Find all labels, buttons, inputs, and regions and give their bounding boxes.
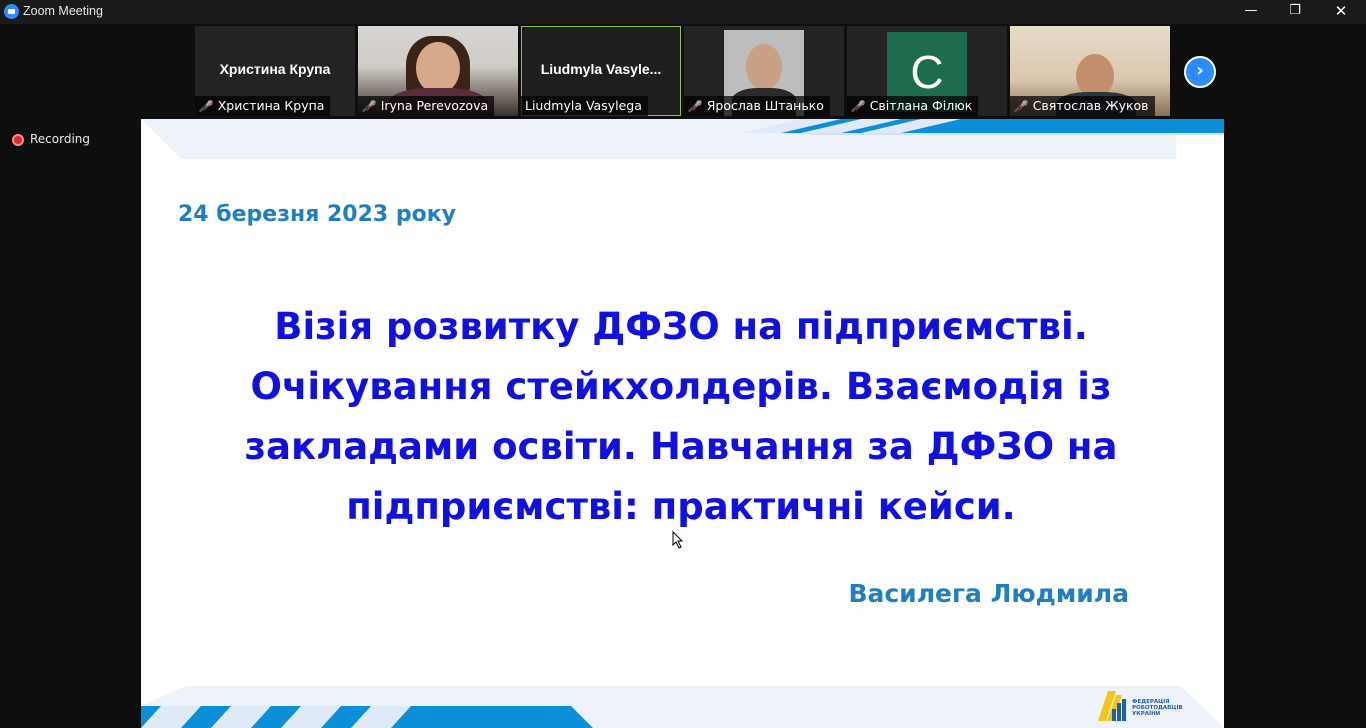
slide-title-line: Очікування стейкхолдерів. Взаємодія із — [250, 365, 1112, 408]
window-title: Zoom Meeting — [23, 4, 103, 18]
minimize-button[interactable]: — — [1228, 0, 1274, 24]
recording-label: Recording — [30, 132, 91, 146]
mic-muted-icon: 🎤̸ — [849, 100, 866, 113]
slide-date: 24 березня 2023 року — [178, 202, 457, 227]
slide-title: Візія розвитку ДФЗО на підприємстві. Очі… — [201, 297, 1161, 537]
participant-name: Iryna Perevozova — [380, 98, 489, 113]
slide-bottom-decoration — [141, 686, 1224, 728]
employers-federation-logo: ФЕДЕРАЦІЯ РОБОТОДАВЦІВ УКРАЇНИ — [1096, 689, 1186, 725]
participant-tile[interactable]: C 🎤̸ Світлана Філюк — [847, 26, 1007, 116]
next-page-chevron-icon[interactable]: › — [1184, 56, 1216, 88]
shared-screen-slide: 24 березня 2023 року Візія розвитку ДФЗО… — [141, 119, 1224, 728]
participant-name: Святослав Жуков — [1032, 98, 1149, 113]
participant-name: Liudmyla Vasylega — [525, 98, 642, 113]
record-icon — [12, 133, 24, 146]
participant-name: Ярослав Штанько — [706, 98, 824, 113]
recording-indicator[interactable]: Recording — [12, 132, 90, 146]
logo-text: ФЕДЕРАЦІЯ РОБОТОДАВЦІВ УКРАЇНИ — [1132, 699, 1183, 717]
participant-name-label: 🎤̸ Ярослав Штанько — [684, 96, 830, 116]
slide-title-line: Візія розвитку ДФЗО на підприємстві. — [274, 305, 1088, 348]
slide-top-decoration — [141, 119, 1224, 159]
participant-tile[interactable]: 🎤̸ Iryna Perevozova — [358, 26, 518, 116]
participant-display-name: Liudmyla Vasyle... — [540, 61, 662, 77]
participant-name-label: 🎤̸ Iryna Perevozova — [358, 96, 495, 116]
participant-name: Христина Крупа — [217, 98, 325, 113]
mic-muted-icon: 🎤̸ — [360, 100, 377, 113]
participant-tile[interactable]: 🎤̸ Ярослав Штанько — [684, 26, 844, 116]
mic-muted-icon: 🎤̸ — [686, 100, 703, 113]
close-button[interactable]: ✕ — [1318, 0, 1364, 24]
participant-name-label: Liudmyla Vasylega — [521, 96, 648, 116]
mic-muted-icon: 🎤̸ — [197, 100, 214, 113]
participant-tile[interactable]: 🎤̸ Святослав Жуков — [1010, 26, 1170, 116]
participant-name-label: 🎤̸ Христина Крупа — [195, 96, 331, 116]
participant-name: Світлана Філюк — [869, 98, 973, 113]
restore-button[interactable]: ❐ — [1272, 0, 1318, 24]
logo-bars-icon — [1098, 691, 1126, 721]
slide-title-line: підприємстві: практичні кейси. — [346, 485, 1016, 528]
title-bar: Zoom Meeting — ❐ ✕ — [0, 0, 1366, 24]
participant-tile[interactable]: Христина Крупа 🎤̸ Христина Крупа — [195, 26, 355, 116]
participant-name-label: 🎤̸ Світлана Філюк — [847, 96, 979, 116]
participant-display-name: Христина Крупа — [219, 61, 331, 77]
slide-title-line: закладами освіти. Навчання за ДФЗО на — [244, 425, 1118, 468]
mouse-pointer-icon — [672, 531, 684, 549]
participant-tile-active-speaker[interactable]: Liudmyla Vasyle... Liudmyla Vasylega — [521, 26, 681, 116]
zoom-app-icon — [4, 4, 19, 19]
participant-name-label: 🎤̸ Святослав Жуков — [1010, 96, 1155, 116]
mic-muted-icon: 🎤̸ — [1012, 100, 1029, 113]
participant-gallery-strip: Христина Крупа 🎤̸ Христина Крупа 🎤̸ Iryna … — [0, 24, 1366, 118]
slide-author: Василега Людмила — [848, 579, 1129, 608]
